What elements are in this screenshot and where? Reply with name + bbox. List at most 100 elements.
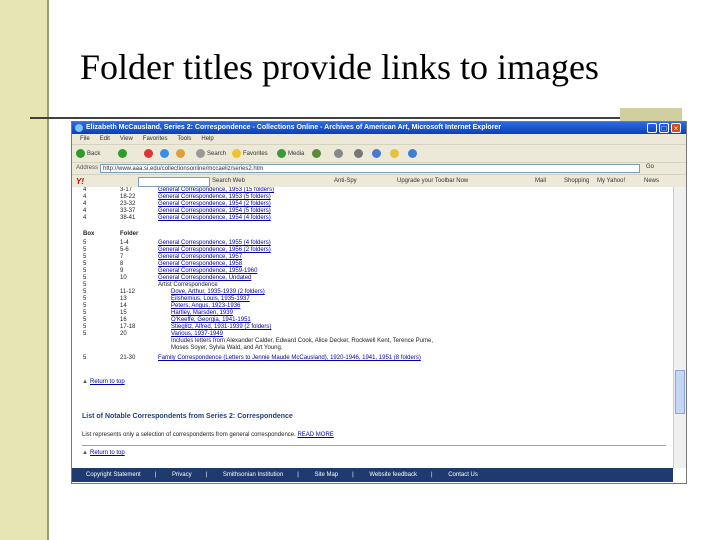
upgrade-toolbar-link[interactable]: Upgrade your Toolbar Now bbox=[397, 178, 468, 184]
box-cell: 5 bbox=[83, 289, 87, 295]
folder-title-link[interactable]: Eilshemius, Louis, 1935-1937 bbox=[171, 296, 250, 303]
read-more-link[interactable]: READ MORE bbox=[297, 432, 333, 438]
decorative-block bbox=[620, 108, 682, 122]
folder-title-link[interactable]: Various, 1937-1949 bbox=[171, 331, 223, 338]
news-link[interactable]: News bbox=[644, 178, 659, 184]
go-button[interactable]: Go bbox=[646, 164, 654, 170]
folder-cell: 3-17 bbox=[120, 187, 133, 193]
edit-icon bbox=[372, 149, 381, 158]
folder-cell: 7 bbox=[120, 254, 124, 260]
scrollbar[interactable] bbox=[673, 187, 686, 468]
footer-link-privacy[interactable]: Privacy bbox=[172, 468, 192, 482]
footer-link-smithsonian[interactable]: Smithsonian Institution bbox=[223, 468, 283, 482]
menu-help[interactable]: Help bbox=[201, 134, 213, 144]
yahoo-search-input[interactable] bbox=[138, 177, 210, 187]
folder-title-link[interactable]: General Correspondence, Undated bbox=[158, 275, 251, 282]
search-button[interactable]: Search bbox=[196, 149, 226, 159]
divider bbox=[82, 445, 666, 446]
edit-button[interactable] bbox=[372, 149, 383, 159]
forward-button[interactable] bbox=[118, 149, 129, 159]
folder-title-link[interactable]: Hartley, Marsden, 1939 bbox=[171, 310, 233, 317]
media-label: Media bbox=[288, 151, 305, 158]
folder-title-link[interactable]: Family Correspondence (Letters to Jennie… bbox=[158, 355, 421, 362]
box-cell: 4 bbox=[83, 208, 87, 214]
folder-title-link[interactable]: General Correspondence, 1956 (2 folders) bbox=[158, 247, 271, 254]
footer-link-feedback[interactable]: Website feedback bbox=[369, 468, 417, 482]
box-cell: 4 bbox=[83, 194, 87, 200]
folder-title-link[interactable]: General Correspondence, 1953 (5 folders) bbox=[158, 194, 271, 201]
yahoo-toolbar: Y! Search Web Anti-Spy Upgrade your Tool… bbox=[72, 174, 686, 188]
folder-title-link[interactable]: General Correspondence, 1955 (4 folders) bbox=[158, 240, 271, 247]
menu-favorites[interactable]: Favorites bbox=[143, 134, 168, 144]
media-button[interactable]: Media bbox=[277, 149, 304, 159]
search-web-button[interactable]: Search Web bbox=[212, 178, 245, 184]
print-button[interactable] bbox=[354, 149, 365, 159]
folder-cell: 11-12 bbox=[120, 289, 135, 295]
history-button[interactable] bbox=[312, 149, 323, 159]
mail-link[interactable]: Mail bbox=[535, 178, 546, 184]
folder-title-link[interactable]: General Correspondence, 1954 (4 folders) bbox=[158, 215, 271, 222]
box-cell: 5 bbox=[83, 268, 87, 274]
folder-title-link[interactable]: General Correspondence, 1954 (2 folders) bbox=[158, 201, 271, 208]
minimize-icon[interactable]: _ bbox=[647, 123, 657, 133]
box-cell: 5 bbox=[83, 261, 87, 267]
yahoo-logo[interactable]: Y! bbox=[76, 177, 84, 186]
folder-cell: 38-41 bbox=[120, 215, 136, 221]
box-cell: 5 bbox=[83, 355, 87, 361]
refresh-button[interactable] bbox=[160, 149, 171, 159]
messenger-button[interactable] bbox=[408, 149, 419, 159]
folder-title-link[interactable]: General Correspondence, 1957 bbox=[158, 254, 242, 261]
folder-button[interactable] bbox=[390, 149, 401, 159]
menu-tools[interactable]: Tools bbox=[177, 134, 191, 144]
close-icon[interactable]: × bbox=[671, 123, 681, 133]
title-underline bbox=[30, 117, 620, 119]
footer-link-copyright[interactable]: Copyright Statement bbox=[86, 468, 141, 482]
box-cell: 4 bbox=[83, 215, 87, 221]
folder-cell: 9 bbox=[120, 268, 124, 274]
page-content: 4 3-17 General Correspondence, 1953 (15 fo… bbox=[72, 187, 673, 468]
folder-title-link[interactable]: General Correspondence, 1954 (5 folders) bbox=[158, 208, 271, 215]
box-header: Box bbox=[83, 231, 95, 237]
my-yahoo-link[interactable]: My Yahoo! bbox=[597, 178, 625, 184]
folder-icon bbox=[390, 149, 399, 158]
maximize-icon[interactable]: □ bbox=[659, 123, 669, 133]
slide-left-band bbox=[0, 0, 47, 540]
folder-title-link[interactable]: O'Keeffe, Georgia, 1941-1951 bbox=[171, 317, 251, 324]
home-button[interactable] bbox=[176, 149, 187, 159]
folder-title-link[interactable]: General Correspondence, 1958 bbox=[158, 261, 242, 268]
note-line: Includes letters from Alexander Calder, … bbox=[171, 338, 434, 344]
address-input[interactable]: http://www.aaa.si.edu/collectionsonline/… bbox=[100, 164, 640, 173]
return-to-top-link[interactable]: Return to top bbox=[90, 379, 125, 385]
folder-cell: 18-22 bbox=[120, 194, 136, 200]
footer-link-sitemap[interactable]: Site Map bbox=[314, 468, 338, 482]
section-text: List represents only a selection of corr… bbox=[82, 432, 296, 438]
folder-title-link[interactable]: Stieglitz, Alfred, 1931-1939 (2 folders) bbox=[171, 324, 271, 331]
back-button[interactable]: Back bbox=[76, 149, 100, 159]
folder-title-link[interactable]: Peters, Angus, 1923-1936 bbox=[171, 303, 240, 310]
folder-title-link[interactable]: Dove, Arthur, 1935-1939 (2 folders) bbox=[171, 289, 265, 296]
folder-cell: 5-6 bbox=[120, 247, 129, 253]
address-label: Address bbox=[76, 165, 99, 171]
box-cell: 5 bbox=[83, 310, 87, 316]
toolbar: Back Search Favorites Media bbox=[72, 144, 686, 163]
return-to-top-link[interactable]: Return to top bbox=[90, 450, 125, 456]
print-icon bbox=[354, 149, 363, 158]
menu-view[interactable]: View bbox=[120, 134, 133, 144]
ie-icon bbox=[75, 124, 83, 132]
mail-button[interactable] bbox=[334, 149, 345, 159]
anti-spy-button[interactable]: Anti-Spy bbox=[334, 178, 357, 184]
shopping-link[interactable]: Shopping bbox=[564, 178, 589, 184]
up-arrow-icon: ▲ bbox=[82, 379, 88, 385]
favorites-label: Favorites bbox=[243, 151, 268, 158]
folder-title-link[interactable]: General Correspondence, 1959-1960 bbox=[158, 268, 257, 275]
messenger-icon bbox=[408, 149, 417, 158]
menu-file[interactable]: File bbox=[80, 134, 90, 144]
favorites-button[interactable]: Favorites bbox=[232, 149, 268, 159]
folder-title-link[interactable]: General Correspondence, 1953 (15 folders… bbox=[158, 187, 274, 194]
scroll-thumb[interactable] bbox=[675, 370, 685, 414]
footer-link-contact[interactable]: Contact Us bbox=[448, 468, 478, 482]
box-cell: 5 bbox=[83, 331, 87, 337]
menu-edit[interactable]: Edit bbox=[100, 134, 110, 144]
stop-button[interactable] bbox=[144, 149, 155, 159]
media-icon bbox=[277, 149, 286, 158]
